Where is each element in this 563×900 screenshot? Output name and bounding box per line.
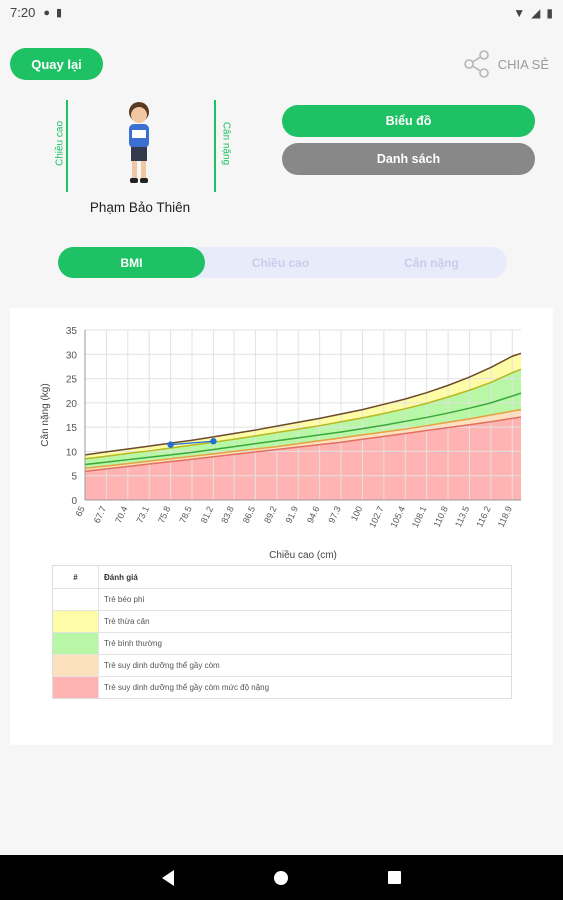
y-tick-label: 20: [66, 399, 78, 410]
x-tick-label: 81.2: [199, 505, 215, 525]
legend-header-row: # Đánh giá: [53, 566, 511, 588]
legend-label-normal: Trẻ bình thường: [104, 639, 162, 648]
chart-button[interactable]: Biểu đồ: [282, 105, 535, 137]
height-ruler-bar: [66, 100, 68, 192]
x-tick-label: 75.8: [156, 505, 172, 525]
legend-label-severe-thin: Trẻ suy dinh dưỡng thể gầy còm mức độ nặ…: [104, 683, 270, 692]
x-tick-label: 89.2: [262, 505, 278, 525]
child-avatar: [129, 102, 149, 183]
x-tick-label: 97.3: [326, 505, 342, 525]
legend-header-label: Đánh giá: [104, 572, 138, 582]
sd-card-icon: ▮: [55, 7, 63, 19]
legend-row: Trẻ suy dinh dưỡng thể gầy còm: [53, 654, 511, 676]
x-tick-label: 78.5: [177, 505, 193, 525]
x-tick-label: 113.5: [453, 505, 471, 529]
nav-recent-icon[interactable]: [388, 871, 401, 884]
height-ruler: Chiều cao: [54, 100, 72, 192]
legend-swatch-severe-thin: [53, 677, 99, 698]
child-data-point: [210, 438, 217, 445]
height-ruler-label: Chiều cao: [54, 120, 66, 167]
tab-bmi[interactable]: BMI: [58, 247, 205, 278]
signal-icon: ◢: [531, 5, 541, 20]
legend-row: Trẻ thừa cân: [53, 610, 511, 632]
y-tick-label: 5: [71, 472, 77, 483]
back-button[interactable]: Quay lại: [10, 48, 103, 80]
list-button[interactable]: Danh sách: [282, 143, 535, 175]
x-tick-label: 110.8: [432, 505, 450, 529]
weight-ruler-bar: [214, 100, 216, 192]
legend-header-index: #: [53, 566, 99, 588]
share-icon: [463, 50, 489, 78]
weight-ruler-label: Cân nặng: [220, 121, 232, 166]
x-tick-label: 91.9: [284, 505, 300, 525]
legend-label-thin: Trẻ suy dinh dưỡng thể gầy còm: [104, 661, 220, 670]
y-tick-label: 15: [66, 423, 78, 434]
x-axis-label: Chiều cao (cm): [269, 549, 337, 561]
x-tick-label: 67.7: [92, 505, 108, 525]
legend-row: Trẻ bình thường: [53, 632, 511, 654]
chart-tabs: BMI Chiều cao Cân nặng: [58, 247, 507, 278]
y-tick-label: 10: [66, 447, 78, 458]
nav-back-icon[interactable]: [162, 869, 174, 886]
system-nav-bar: [0, 855, 563, 900]
battery-icon: ▮: [546, 5, 553, 20]
legend-swatch-overweight: [53, 611, 99, 632]
legend-swatch-normal: [53, 633, 99, 654]
weight-ruler: Cân nặng: [210, 100, 232, 192]
x-tick-label: 73.1: [135, 505, 151, 525]
wifi-icon: ▼: [513, 5, 526, 20]
legend-swatch-thin: [53, 655, 99, 676]
x-tick-label: 86.5: [241, 505, 257, 525]
x-tick-label: 102.7: [367, 505, 386, 530]
legend-label-overweight: Trẻ thừa cân: [104, 617, 150, 626]
share-button[interactable]: CHIA SẺ: [462, 48, 549, 80]
share-label: CHIA SẺ: [497, 56, 549, 72]
child-name: Phạm Bảo Thiên: [89, 200, 191, 215]
nav-home-icon[interactable]: [274, 870, 288, 885]
status-time: 7:20: [10, 5, 36, 20]
tab-height[interactable]: Chiều cao: [205, 247, 356, 278]
legend-swatch-obese: [53, 589, 99, 610]
x-tick-label: 94.6: [305, 505, 321, 525]
growth-chart: 0510152025303565 67.7 70.4 73.1 75.8 78.5 81.2…: [40, 326, 522, 561]
legend-row: Trẻ béo phì: [53, 588, 511, 610]
x-tick-label: 118.9: [496, 505, 514, 529]
tab-weight[interactable]: Cân nặng: [356, 247, 507, 278]
child-data-point: [167, 441, 174, 448]
x-tick-label: 83.8: [219, 505, 235, 525]
legend-table: # Đánh giá Trẻ béo phì Trẻ thừa cân Trẻ …: [52, 565, 512, 699]
status-bar: 7:20 ● ▮ ▼ ◢ ▮: [0, 0, 563, 25]
notification-icon: ●: [43, 6, 50, 19]
y-tick-label: 25: [66, 375, 78, 386]
x-tick-label: 70.4: [113, 505, 129, 525]
y-axis-label: Cân nặng (kg): [40, 383, 51, 446]
y-tick-label: 35: [66, 326, 78, 337]
legend-row: Trẻ suy dinh dưỡng thể gầy còm mức độ nặ…: [53, 676, 511, 698]
legend-label-obese: Trẻ béo phì: [104, 595, 145, 604]
x-tick-label: 105.4: [388, 505, 407, 530]
y-tick-label: 30: [66, 350, 78, 361]
x-tick-label: 100: [349, 505, 364, 523]
x-tick-label: 108.1: [410, 505, 429, 530]
x-tick-label: 116.2: [474, 505, 492, 529]
